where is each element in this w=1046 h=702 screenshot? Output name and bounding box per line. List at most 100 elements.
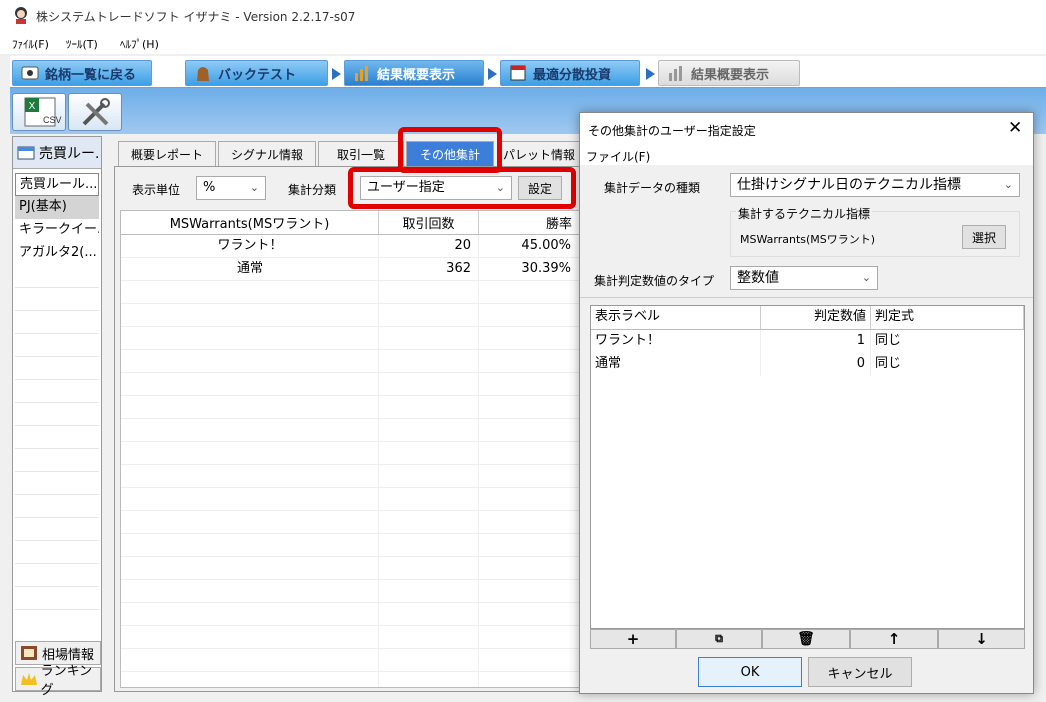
move-down-button[interactable]: ↓ (938, 629, 1025, 649)
indicator-group-label: 集計するテクニカル指標 (736, 205, 873, 222)
add-row-button[interactable]: + (590, 629, 676, 649)
highlight-category-settings (348, 167, 576, 209)
menu-tools[interactable]: ﾂｰﾙ(T) (66, 36, 98, 52)
tab-palette-info[interactable]: パレット情報 (498, 141, 580, 167)
delete-row-button[interactable]: 🗑 (762, 629, 850, 649)
column-header[interactable]: 勝率 (479, 211, 579, 235)
sidebar-header[interactable]: 売買ルー. (13, 137, 101, 169)
chevron-down-icon: ⌄ (861, 271, 871, 284)
bar-chart-icon (667, 64, 685, 82)
menu-file[interactable]: ﾌｧｲﾙ(F) (12, 36, 49, 52)
bag-icon (194, 64, 212, 82)
tab-trade-list[interactable]: 取引一覧 (318, 141, 404, 167)
judge-type-select[interactable]: 整数値 ⌄ (730, 266, 878, 290)
tab-label: バックテスト (218, 67, 297, 83)
sidebar-item[interactable]: キラークイー... (15, 219, 99, 242)
chevron-down-icon: ⌄ (1003, 178, 1013, 191)
ok-button[interactable]: OK (698, 657, 802, 687)
table-row-count[interactable]: 20 (379, 235, 471, 257)
judge-row-expr[interactable]: 同じ (875, 330, 1015, 352)
indicator-value: MSWarrants(MSワラント) (740, 233, 876, 246)
table-row-count[interactable]: 362 (379, 258, 471, 280)
menu-bar: ﾌｧｲﾙ(F) ﾂｰﾙ(T) ﾍﾙﾌﾟ(H) (0, 32, 1046, 54)
tab-backtest[interactable]: バックテスト (185, 60, 328, 86)
chevron-down-icon: ⌄ (249, 181, 259, 194)
judge-table: 表示ラベル 判定数値 判定式 ワラント！ 1 同じ 通常 0 同じ (590, 305, 1025, 629)
column-header[interactable]: 判定数値 (761, 306, 871, 330)
data-type-select[interactable]: 仕掛けシグナル日のテクニカル指標 ⌄ (730, 173, 1020, 197)
judge-row-value[interactable]: 0 (761, 353, 865, 375)
tab-label: 結果概要表示 (691, 67, 770, 83)
window-title: 株システムトレードソフト イザナミ - Version 2.2.17-s07 (36, 10, 356, 24)
tab-label: 結果概要表示 (377, 67, 456, 83)
judge-type-value: 整数値 (737, 270, 779, 286)
arrow-up-icon: ↑ (887, 630, 901, 648)
tab-signal-info[interactable]: シグナル情報 (218, 141, 316, 167)
tab-back-to-list[interactable]: 銘柄一覧に戻る (12, 60, 152, 86)
data-type-label: 集計データの種類 (604, 181, 701, 195)
eye-icon (21, 64, 39, 82)
ranking-label: ランキング (40, 664, 93, 698)
column-header[interactable]: 判定式 (871, 306, 1024, 330)
category-label: 集計分類 (288, 183, 337, 197)
ranking-button[interactable]: ランキング (15, 664, 101, 698)
sidebar-item[interactable]: 売買ルール... (15, 173, 99, 196)
table-row-name[interactable]: 通常 (121, 258, 379, 280)
select-indicator-button[interactable]: 選択 (962, 225, 1006, 249)
menu-help[interactable]: ﾍﾙﾌﾟ(H) (120, 36, 159, 52)
dialog-menu-file[interactable]: ファイル(F) (586, 148, 650, 165)
tab-summary-report[interactable]: 概要レポート (118, 141, 216, 167)
tab-label: 銘柄一覧に戻る (45, 67, 137, 83)
plus-icon: + (626, 630, 640, 648)
sidebar-header-label: 売買ルー. (39, 145, 100, 162)
crown-icon (21, 673, 37, 685)
svg-text:CSV: CSV (43, 115, 62, 125)
cancel-button[interactable]: キャンセル (808, 657, 912, 687)
unit-label: 表示単位 (132, 183, 181, 197)
app-icon (12, 6, 30, 24)
move-up-button[interactable]: ↑ (850, 629, 938, 649)
tools-button[interactable] (68, 93, 122, 131)
tab-optimal-diversification[interactable]: 最適分散投資 (500, 60, 640, 86)
rule-sidebar: 売買ルー. 売買ルール... PJ(基本) キラークイー... アガルタ2(..… (12, 136, 102, 698)
trash-icon: 🗑 (797, 631, 815, 647)
table-row-rate[interactable]: 30.39% (479, 258, 571, 280)
bar-chart-icon (353, 64, 371, 82)
table-row-name[interactable]: ワラント！ (121, 235, 379, 257)
main-tab-strip: 銘柄一覧に戻る バックテスト 結果概要表示 最適分散投資 結果概要表示 (10, 56, 1046, 88)
judge-row-expr[interactable]: 同じ (875, 353, 1015, 375)
aggregation-table: MSWarrants(MSワラント) 取引回数 勝率 ワラント！ 20 45.0… (120, 210, 580, 688)
dialog-menu-bar: ファイル(F) (580, 145, 1033, 165)
user-setting-dialog: その他集計のユーザー指定設定 ✕ ファイル(F) 集計データの種類 仕掛けシグナ… (579, 112, 1034, 694)
wrench-screwdriver-icon (82, 98, 110, 126)
dialog-title: その他集計のユーザー指定設定 (588, 124, 756, 138)
judge-row-label[interactable]: ワラント！ (595, 330, 755, 352)
data-type-value: 仕掛けシグナル日のテクニカル指標 (737, 177, 961, 193)
title-bar: 株システムトレードソフト イザナミ - Version 2.2.17-s07 (0, 0, 1046, 32)
copy-row-button[interactable]: ⧉ (676, 629, 762, 649)
dialog-title-bar: その他集計のユーザー指定設定 ✕ (580, 113, 1033, 145)
market-icon (21, 646, 37, 660)
sidebar-item[interactable]: アガルタ2(... (15, 242, 99, 265)
unit-select-value: % (203, 180, 216, 195)
column-header[interactable]: 表示ラベル (591, 306, 761, 330)
copy-icon: ⧉ (715, 632, 723, 645)
arrow-down-icon: ↓ (975, 630, 988, 648)
csv-export-button[interactable]: X CSV (12, 93, 66, 131)
calendar-icon (509, 64, 527, 82)
rules-icon (17, 146, 35, 159)
tab-label: 最適分散投資 (533, 67, 612, 83)
unit-select[interactable]: % ⌄ (196, 176, 266, 200)
tab-result-summary-2[interactable]: 結果概要表示 (658, 60, 800, 86)
judge-type-label: 集計判定数値のタイプ (594, 274, 715, 288)
sidebar-item[interactable]: PJ(基本) (15, 196, 99, 219)
svg-text:X: X (29, 101, 36, 112)
judge-row-label[interactable]: 通常 (595, 353, 755, 375)
column-header[interactable]: MSWarrants(MSワラント) (121, 211, 379, 235)
judge-row-value[interactable]: 1 (761, 330, 865, 352)
table-row-rate[interactable]: 45.00% (479, 235, 571, 257)
excel-csv-icon: X CSV (24, 97, 62, 127)
column-header[interactable]: 取引回数 (379, 211, 479, 235)
close-icon[interactable]: ✕ (1008, 118, 1022, 138)
tab-result-summary[interactable]: 結果概要表示 (344, 60, 484, 86)
